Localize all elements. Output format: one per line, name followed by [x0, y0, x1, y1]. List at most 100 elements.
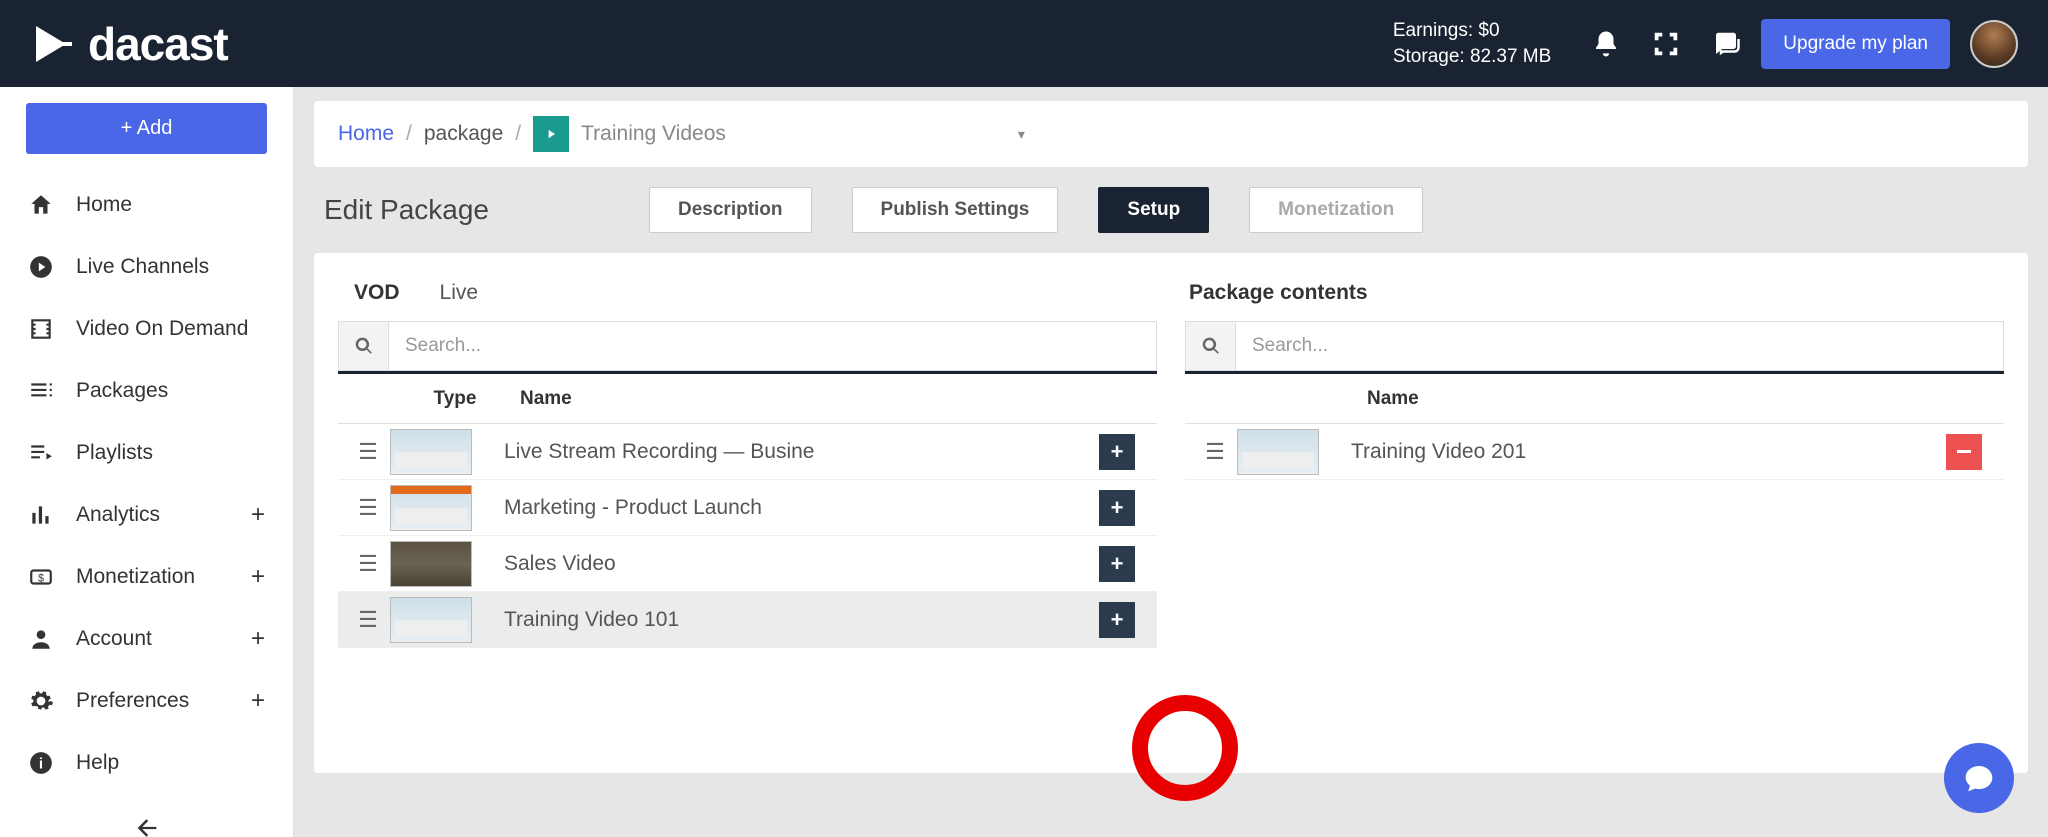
- breadcrumb-home[interactable]: Home: [338, 122, 394, 146]
- breadcrumb-current: Training Videos: [581, 122, 726, 146]
- help-icon: i: [28, 750, 54, 776]
- nav-label: Video On Demand: [76, 317, 248, 341]
- nav-help[interactable]: i Help: [0, 732, 293, 794]
- source-list-panel: VOD Live Type Name ☰Live S: [338, 277, 1157, 749]
- home-icon: [28, 192, 54, 218]
- source-content-tabs: VOD Live: [338, 277, 1157, 321]
- col-type-label: Type: [390, 388, 520, 410]
- source-table-header: Type Name: [338, 374, 1157, 424]
- contents-row[interactable]: ☰Training Video 201: [1185, 424, 2004, 480]
- source-row[interactable]: ☰ Training Video 101+: [338, 592, 1157, 648]
- topbar: dacast Earnings: $0 Storage: 82.37 MB Up…: [0, 0, 2048, 87]
- video-thumbnail: [1237, 429, 1319, 475]
- add-to-package-button[interactable]: +: [1099, 490, 1135, 526]
- nav-account[interactable]: Account +: [0, 608, 293, 670]
- source-row[interactable]: ☰ Sales Video+: [338, 536, 1157, 592]
- tab-description[interactable]: Description: [649, 187, 812, 233]
- monetization-icon: $: [28, 564, 54, 590]
- nav-label: Help: [76, 751, 119, 775]
- nav-live-channels[interactable]: Live Channels: [0, 236, 293, 298]
- main-content: Home / package / Training Videos ▾ Edit …: [294, 87, 2048, 837]
- bell-icon[interactable]: [1591, 29, 1621, 59]
- playlist-icon: [28, 440, 54, 466]
- main-nav: Home Live Channels Video On Demand Packa…: [0, 174, 293, 794]
- gear-icon: [28, 688, 54, 714]
- analytics-icon: [28, 502, 54, 528]
- brand-logo[interactable]: dacast: [30, 17, 228, 71]
- setup-panel: VOD Live Type Name ☰Live S: [314, 253, 2028, 773]
- package-contents-title: Package contents: [1185, 277, 2004, 321]
- video-thumbnail: [390, 597, 472, 643]
- source-tab-vod[interactable]: VOD: [354, 281, 400, 305]
- drag-handle-icon[interactable]: ☰: [346, 439, 390, 465]
- col-name-label: Name: [520, 388, 1087, 410]
- nav-label: Playlists: [76, 441, 153, 465]
- contents-search-input[interactable]: [1236, 322, 2003, 370]
- drag-handle-icon[interactable]: ☰: [1193, 439, 1237, 465]
- upgrade-plan-button[interactable]: Upgrade my plan: [1761, 19, 1950, 69]
- breadcrumb: Home / package / Training Videos ▾: [314, 101, 2028, 167]
- video-name: Live Stream Recording — Busine: [504, 440, 1099, 464]
- breadcrumb-package[interactable]: package: [424, 122, 503, 146]
- nav-packages[interactable]: Packages: [0, 360, 293, 422]
- add-to-package-button[interactable]: +: [1099, 602, 1135, 638]
- nav-home[interactable]: Home: [0, 174, 293, 236]
- packages-icon: [28, 378, 54, 404]
- nav-label: Live Channels: [76, 255, 209, 279]
- support-chat-button[interactable]: [1944, 743, 2014, 813]
- fullscreen-icon[interactable]: [1651, 29, 1681, 59]
- drag-handle-icon[interactable]: ☰: [346, 607, 390, 633]
- source-search-input[interactable]: [389, 322, 1156, 370]
- video-name: Training Video 101: [504, 608, 1099, 632]
- video-thumbnail: [390, 485, 472, 531]
- search-icon: [339, 322, 389, 370]
- source-search: [338, 321, 1157, 371]
- nav-monetization[interactable]: $ Monetization +: [0, 546, 293, 608]
- nav-analytics[interactable]: Analytics +: [0, 484, 293, 546]
- nav-label: Monetization: [76, 565, 195, 589]
- page-title: Edit Package: [324, 194, 489, 226]
- nav-preferences[interactable]: Preferences +: [0, 670, 293, 732]
- tab-publish-settings[interactable]: Publish Settings: [852, 187, 1059, 233]
- video-name: Sales Video: [504, 552, 1099, 576]
- user-avatar[interactable]: [1970, 20, 2018, 68]
- source-tab-live[interactable]: Live: [440, 281, 479, 305]
- add-button[interactable]: + Add: [26, 103, 267, 154]
- drag-handle-icon[interactable]: ☰: [346, 551, 390, 577]
- nav-playlists[interactable]: Playlists: [0, 422, 293, 484]
- drag-handle-icon[interactable]: ☰: [346, 495, 390, 521]
- tab-setup[interactable]: Setup: [1098, 187, 1209, 233]
- expand-icon: +: [251, 501, 265, 529]
- package-type-icon: [533, 116, 569, 152]
- add-to-package-button[interactable]: +: [1099, 546, 1135, 582]
- package-contents-panel: Package contents Name ☰Training Video 20…: [1185, 277, 2004, 749]
- expand-icon: +: [251, 687, 265, 715]
- breadcrumb-dropdown-caret[interactable]: ▾: [1018, 126, 1025, 143]
- brand-name: dacast: [88, 17, 228, 71]
- nav-label: Home: [76, 193, 132, 217]
- collapse-sidebar-button[interactable]: [0, 794, 293, 837]
- page-header: Edit Package Description Publish Setting…: [324, 187, 2018, 233]
- chat-bubble-icon: [1963, 762, 1995, 794]
- contents-table-header: Name: [1185, 374, 2004, 424]
- source-row[interactable]: ☰ Marketing - Product Launch+: [338, 480, 1157, 536]
- video-thumbnail: [390, 429, 472, 475]
- chat-icon[interactable]: [1711, 29, 1741, 59]
- account-stats: Earnings: $0 Storage: 82.37 MB: [1393, 18, 1551, 69]
- search-icon: [1186, 322, 1236, 370]
- svg-text:i: i: [39, 755, 43, 772]
- source-row[interactable]: ☰ Live Stream Recording — Busine+: [338, 424, 1157, 480]
- video-name: Marketing - Product Launch: [504, 496, 1099, 520]
- svg-text:$: $: [38, 572, 44, 584]
- nav-vod[interactable]: Video On Demand: [0, 298, 293, 360]
- remove-from-package-button[interactable]: [1946, 434, 1982, 470]
- col-name-label: Name: [1367, 388, 1934, 410]
- sidebar: + Add Home Live Channels Video On Demand…: [0, 87, 294, 837]
- add-to-package-button[interactable]: +: [1099, 434, 1135, 470]
- contents-search: [1185, 321, 2004, 371]
- account-icon: [28, 626, 54, 652]
- tab-monetization[interactable]: Monetization: [1249, 187, 1423, 233]
- video-thumbnail: [390, 541, 472, 587]
- nav-label: Packages: [76, 379, 168, 403]
- expand-icon: +: [251, 625, 265, 653]
